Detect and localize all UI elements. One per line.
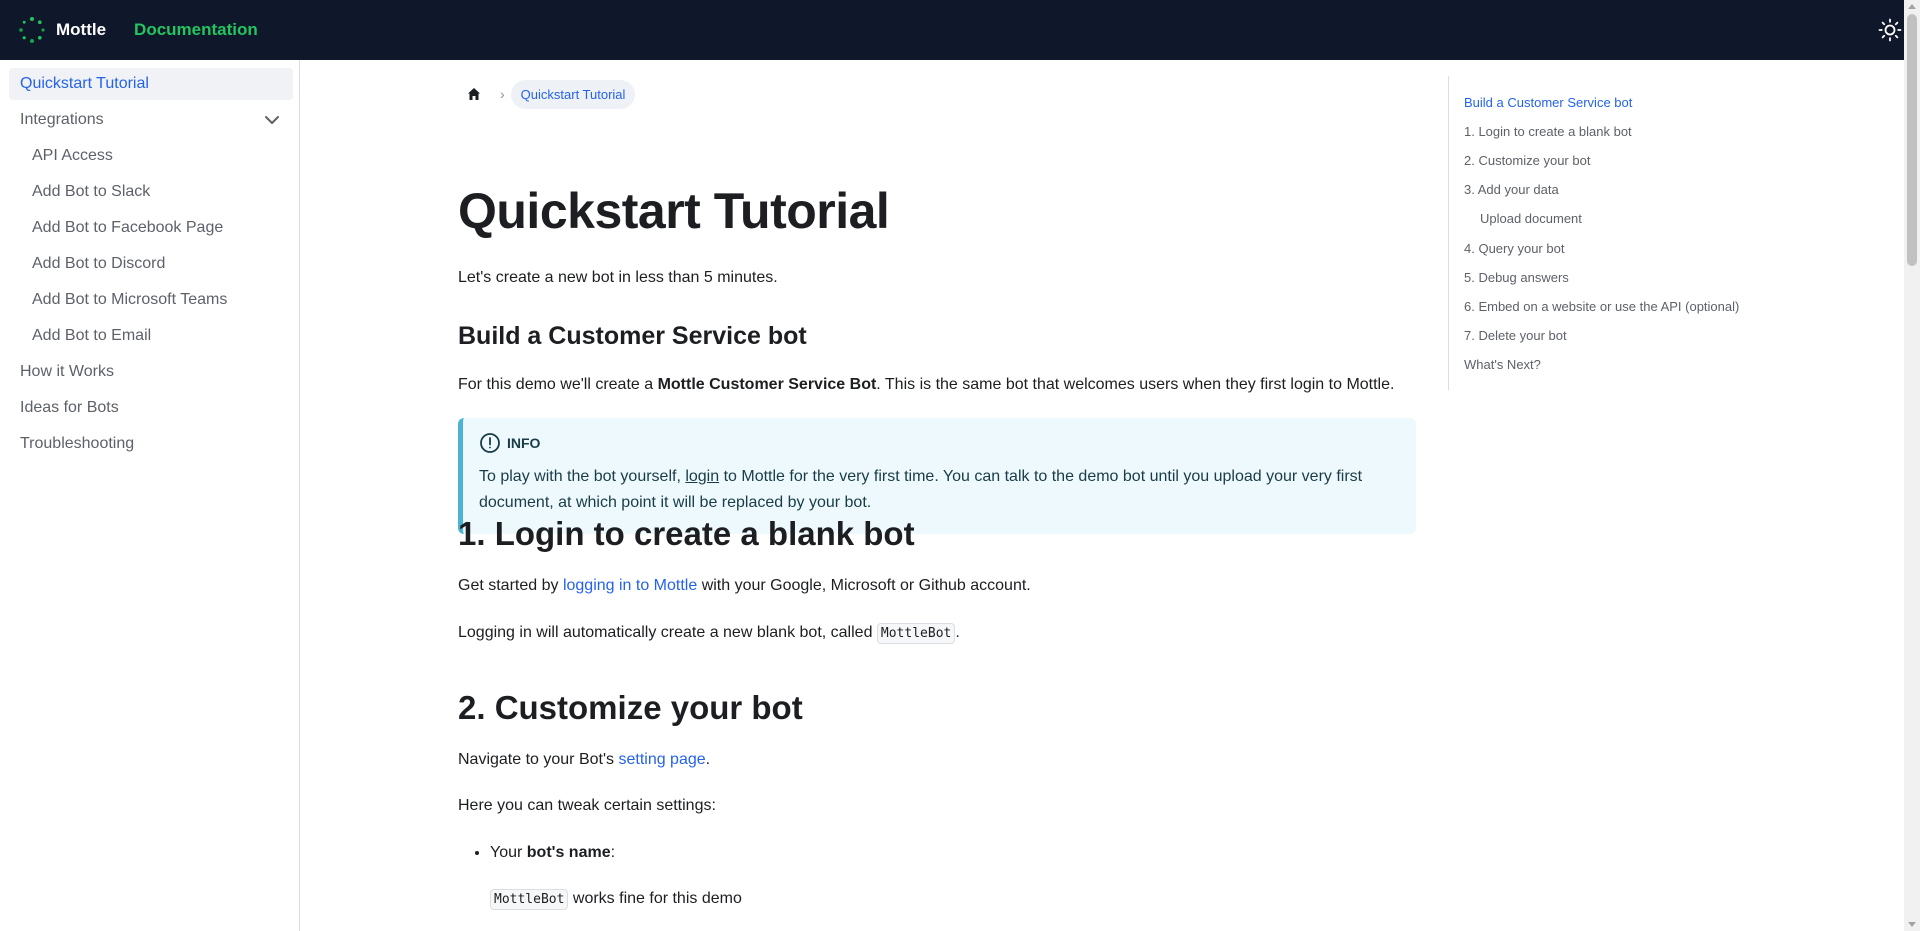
sidebar-item-label: Add Bot to Facebook Page <box>32 219 224 236</box>
sidebar-item-label: Troubleshooting <box>20 435 135 452</box>
step1b-text-post: . <box>955 624 960 641</box>
home-icon <box>468 88 480 100</box>
breadcrumb: › Quickstart Tutorial <box>458 78 636 110</box>
step1b-paragraph: Logging in will automatically create a n… <box>458 620 960 647</box>
scroll-down-icon[interactable] <box>1908 922 1916 927</box>
sidebar-item-label: API Access <box>32 147 113 164</box>
step2b-paragraph: Here you can tweak certain settings: <box>458 797 716 814</box>
info-login-link[interactable]: login <box>685 468 719 485</box>
step1-text-pre: Get started by <box>458 577 563 594</box>
step2-text-pre: Navigate to your Bot's <box>458 751 619 768</box>
toc-item-debug[interactable]: 5. Debug answers <box>1464 270 1569 285</box>
scroll-up-icon[interactable] <box>1908 4 1916 9</box>
demo-text-pre: For this demo we'll create a <box>458 376 658 393</box>
sidebar-item-troubleshooting[interactable]: Troubleshooting <box>9 428 293 460</box>
brand-link[interactable]: Mottle <box>18 16 106 44</box>
info-text-pre: To play with the bot yourself, <box>479 468 686 485</box>
sidebar-item-api-access[interactable]: API Access <box>9 140 293 172</box>
step2-paragraph: Navigate to your Bot's setting page. <box>458 747 710 773</box>
toc-item-query[interactable]: 4. Query your bot <box>1464 241 1564 256</box>
admonition-text: To play with the bot yourself, login to … <box>479 464 1400 516</box>
sidebar-item-label: How it Works <box>20 363 114 380</box>
demo-text-post: . This is the same bot that welcomes use… <box>876 376 1395 393</box>
toc-item-customize[interactable]: 2. Customize your bot <box>1464 153 1590 168</box>
setting-page-link[interactable]: setting page <box>618 751 705 768</box>
sidebar-item-label: Add Bot to Discord <box>32 255 166 272</box>
sidebar-item-ideas-for-bots[interactable]: Ideas for Bots <box>9 392 293 424</box>
breadcrumb-separator-icon: › <box>500 86 505 102</box>
sidebar-item-how-it-works[interactable]: How it Works <box>9 356 293 388</box>
demo-bold: Mottle Customer Service Bot <box>657 376 877 393</box>
theme-toggle-button[interactable] <box>1876 16 1904 44</box>
sidebar-item-quickstart-tutorial[interactable]: Quickstart Tutorial <box>9 68 293 100</box>
toc-item-whats-next[interactable]: What's Next? <box>1464 357 1541 372</box>
demo-paragraph: For this demo we'll create a Mottle Cust… <box>458 372 1394 398</box>
admonition-label: INFO <box>507 435 541 451</box>
sidebar-item-add-bot-to-discord[interactable]: Add Bot to Discord <box>9 248 293 280</box>
toc-item-delete[interactable]: 7. Delete your bot <box>1464 328 1567 343</box>
info-text-post: to Mottle for the very first time. You c… <box>719 468 1363 485</box>
breadcrumb-home[interactable] <box>458 78 490 110</box>
sidebar-item-add-bot-to-slack[interactable]: Add Bot to Slack <box>9 176 293 208</box>
page-scrollbar[interactable] <box>1904 0 1920 931</box>
sidebar-item-add-bot-to-facebook-page[interactable]: Add Bot to Facebook Page <box>9 212 293 244</box>
brand-name: Mottle <box>56 20 107 39</box>
step1-text-post: with your Google, Microsoft or Github ac… <box>697 577 1031 594</box>
sidebar-item-label: Ideas for Bots <box>20 399 119 416</box>
step1-paragraph: Get started by logging in to Mottle with… <box>458 573 1031 599</box>
bullet-sub-text: works fine for this demo <box>568 890 742 907</box>
bullet-text-pre: Your <box>490 844 527 861</box>
step1b-text-pre: Logging in will automatically create a n… <box>458 624 877 641</box>
step2-title: 2. Customize your bot <box>458 689 803 726</box>
scrollbar-thumb[interactable] <box>1907 14 1917 266</box>
breadcrumb-current: Quickstart Tutorial <box>510 79 636 109</box>
sidebar-item-add-bot-to-email[interactable]: Add Bot to Email <box>9 320 293 352</box>
bot-name-code: MottleBot <box>490 889 569 910</box>
mottle-logo-icon <box>19 17 45 43</box>
intro-text: Let's create a new bot in less than 5 mi… <box>458 269 778 286</box>
step1-title: 1. Login to create a blank bot <box>458 515 915 552</box>
section-title-build-bot: Build a Customer Service bot <box>458 322 807 350</box>
login-link[interactable]: logging in to Mottle <box>563 577 697 594</box>
toc-item-build-bot[interactable]: Build a Customer Service bot <box>1464 95 1632 110</box>
sidebar: Quickstart Tutorial Integrations API Acc… <box>0 60 300 931</box>
info-text-line2: document, at which point it will be repl… <box>479 494 872 511</box>
list-item: Your bot's name: <box>490 840 615 866</box>
table-of-contents: Build a Customer Service bot 1. Login to… <box>1448 76 1749 390</box>
settings-list: Your bot's name: <box>458 840 615 866</box>
bullet-sub-paragraph: MottleBot works fine for this demo <box>490 886 742 913</box>
sun-icon <box>1878 18 1902 42</box>
step2-text-post: . <box>705 751 711 768</box>
sidebar-item-label: Quickstart Tutorial <box>20 75 149 92</box>
sidebar-item-label: Add Bot to Microsoft Teams <box>32 291 228 308</box>
admonition-heading: INFO <box>479 432 1400 454</box>
sidebar-item-label: Add Bot to Slack <box>32 183 151 200</box>
sidebar-item-label: Add Bot to Email <box>32 327 152 344</box>
chevron-down-icon[interactable] <box>263 111 281 129</box>
bullet-text-post: : <box>610 844 616 861</box>
nav-documentation-link[interactable]: Documentation <box>134 20 258 40</box>
toc-item-embed[interactable]: 6. Embed on a website or use the API (op… <box>1464 299 1739 314</box>
sidebar-item-label: Integrations <box>20 111 104 128</box>
toc-item-upload-document[interactable]: Upload document <box>1480 211 1582 226</box>
bot-name-code: MottleBot <box>876 623 956 644</box>
info-circle-icon <box>480 433 500 453</box>
navbar: Mottle Documentation <box>0 0 1904 60</box>
sidebar-item-integrations[interactable]: Integrations <box>9 104 293 136</box>
toc-item-add-data[interactable]: 3. Add your data <box>1464 182 1559 197</box>
page-title: Quickstart Tutorial <box>458 183 890 239</box>
sidebar-item-add-bot-to-microsoft-teams[interactable]: Add Bot to Microsoft Teams <box>9 284 293 316</box>
bullet-bold: bot's name <box>526 844 611 861</box>
toc-item-login[interactable]: 1. Login to create a blank bot <box>1464 124 1632 139</box>
